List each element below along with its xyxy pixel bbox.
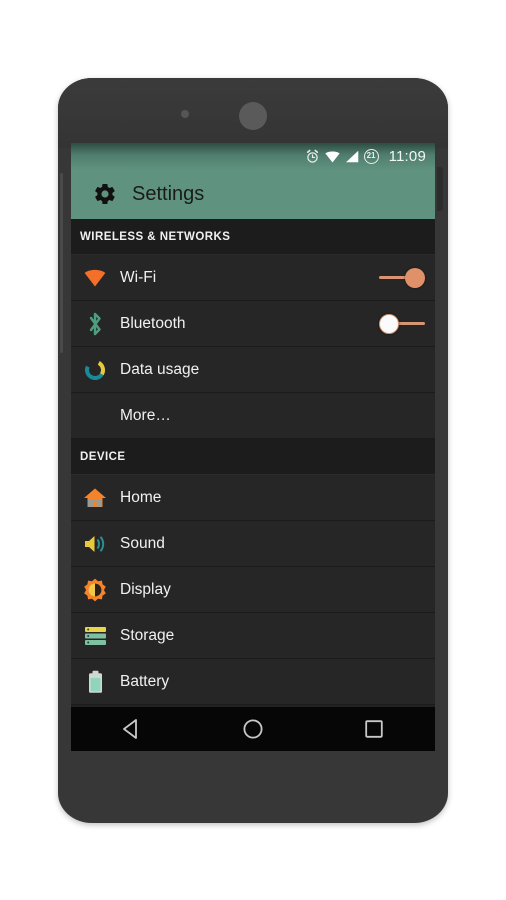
home-icon[interactable] [218, 707, 288, 751]
display-icon [80, 575, 110, 605]
settings-list[interactable]: WIRELESS & NETWORKS Wi-Fi Bluetooth Data… [71, 219, 435, 705]
page-title: Settings [132, 182, 205, 205]
settings-row-label: Data usage [120, 360, 200, 378]
status-clock: 11:09 [388, 147, 426, 165]
settings-row-label: Home [120, 488, 162, 506]
settings-row-display[interactable]: Display [71, 567, 435, 613]
alarm-icon [305, 149, 320, 164]
back-icon[interactable] [97, 707, 167, 751]
toggle-track [397, 321, 425, 325]
section-header-device: DEVICE [71, 439, 435, 475]
phone-device: 21 11:09 Settings WIRELESS & NETWORKS Wi… [58, 78, 448, 823]
wifi-icon [80, 263, 110, 293]
sound-icon [80, 529, 110, 559]
settings-row-wifi[interactable]: Wi-Fi [71, 255, 435, 301]
storage-icon [80, 621, 110, 651]
settings-row-sound[interactable]: Sound [71, 521, 435, 567]
settings-row-storage[interactable]: Storage [71, 613, 435, 659]
data-usage-icon [80, 355, 110, 385]
settings-row-label: Storage [120, 626, 175, 644]
settings-row-label: Bluetooth [120, 314, 186, 332]
settings-row-data-usage[interactable]: Data usage [71, 347, 435, 393]
settings-row-home[interactable]: Home [71, 475, 435, 521]
signal-icon [345, 149, 360, 164]
battery-icon [80, 667, 110, 697]
wifi-toggle[interactable] [379, 267, 425, 288]
battery-level-text: 21 [366, 151, 376, 160]
section-header-wireless: WIRELESS & NETWORKS [71, 219, 435, 255]
gear-icon[interactable] [93, 182, 132, 206]
home-icon [80, 483, 110, 513]
settings-row-more[interactable]: More… [71, 393, 435, 439]
status-bar: 21 11:09 [71, 143, 435, 169]
wifi-icon [324, 149, 341, 164]
navigation-bar [71, 707, 435, 751]
phone-screen: 21 11:09 Settings WIRELESS & NETWORKS Wi… [71, 143, 435, 751]
settings-row-label: More… [120, 406, 171, 424]
battery-status-icon: 21 [363, 148, 379, 164]
action-bar: Settings [71, 169, 435, 219]
settings-row-label: Display [120, 580, 171, 598]
bluetooth-toggle[interactable] [379, 313, 425, 334]
power-button[interactable] [437, 167, 443, 211]
section-header-label: DEVICE [80, 450, 126, 463]
toggle-knob[interactable] [405, 267, 425, 288]
earpiece-speaker-icon [239, 102, 267, 130]
proximity-sensor-icon [181, 110, 189, 118]
settings-row-label: Battery [120, 672, 170, 690]
left-bezel-edge [60, 173, 63, 353]
settings-row-label: Wi-Fi [120, 268, 157, 286]
section-header-label: WIRELESS & NETWORKS [80, 230, 231, 243]
status-bar-icons: 21 11:09 [305, 148, 426, 165]
settings-row-battery[interactable]: Battery [71, 659, 435, 705]
bluetooth-icon [80, 309, 110, 339]
settings-row-bluetooth[interactable]: Bluetooth [71, 301, 435, 347]
settings-row-label: Sound [120, 534, 165, 552]
recents-icon[interactable] [339, 707, 409, 751]
toggle-knob[interactable] [379, 313, 399, 334]
